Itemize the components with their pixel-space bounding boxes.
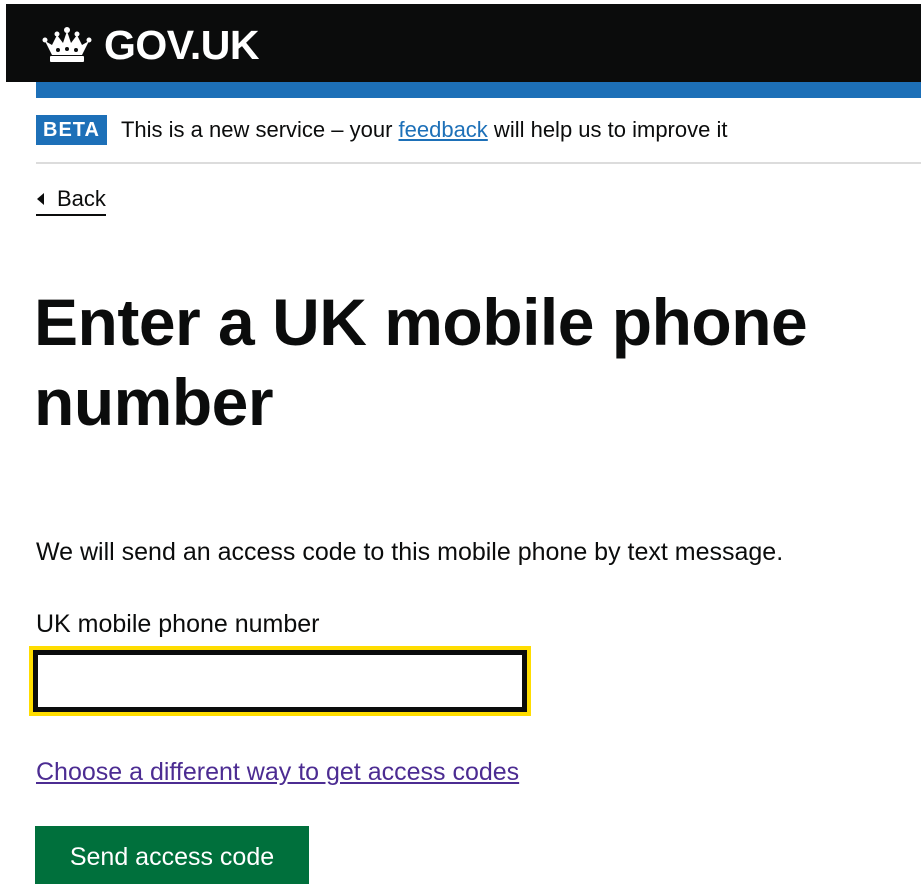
phone-number-input[interactable] <box>29 646 531 716</box>
send-access-code-button[interactable]: Send access code <box>35 826 309 884</box>
beta-tag: BETA <box>36 115 107 145</box>
page-title: Enter a UK mobile phone number <box>34 285 808 439</box>
hint-text: We will send an access code to this mobi… <box>36 538 784 566</box>
page: GOV.UK BETA This is a new service – your… <box>0 0 921 884</box>
phase-banner-divider <box>36 162 921 164</box>
phase-banner: BETA This is a new service – your feedba… <box>36 113 921 147</box>
phase-banner-text-after: will help us to improve it <box>487 117 728 142</box>
back-link[interactable]: Back <box>36 186 106 216</box>
phone-field-label: UK mobile phone number <box>36 610 320 638</box>
header-accent-bar <box>36 82 921 98</box>
different-way-link[interactable]: Choose a different way to get access cod… <box>36 758 519 787</box>
back-link-label: Back <box>57 186 106 211</box>
phase-banner-text-before: This is a new service – your <box>120 117 399 142</box>
chevron-left-icon <box>37 193 44 205</box>
logo-text: GOV.UK <box>104 21 259 68</box>
phase-banner-text: This is a new service – your feedback wi… <box>121 117 728 143</box>
site-header: GOV.UK <box>6 4 921 82</box>
feedback-link[interactable]: feedback <box>399 117 488 142</box>
crown-icon <box>42 27 92 62</box>
govuk-logo-link[interactable]: GOV.UK <box>40 20 259 70</box>
